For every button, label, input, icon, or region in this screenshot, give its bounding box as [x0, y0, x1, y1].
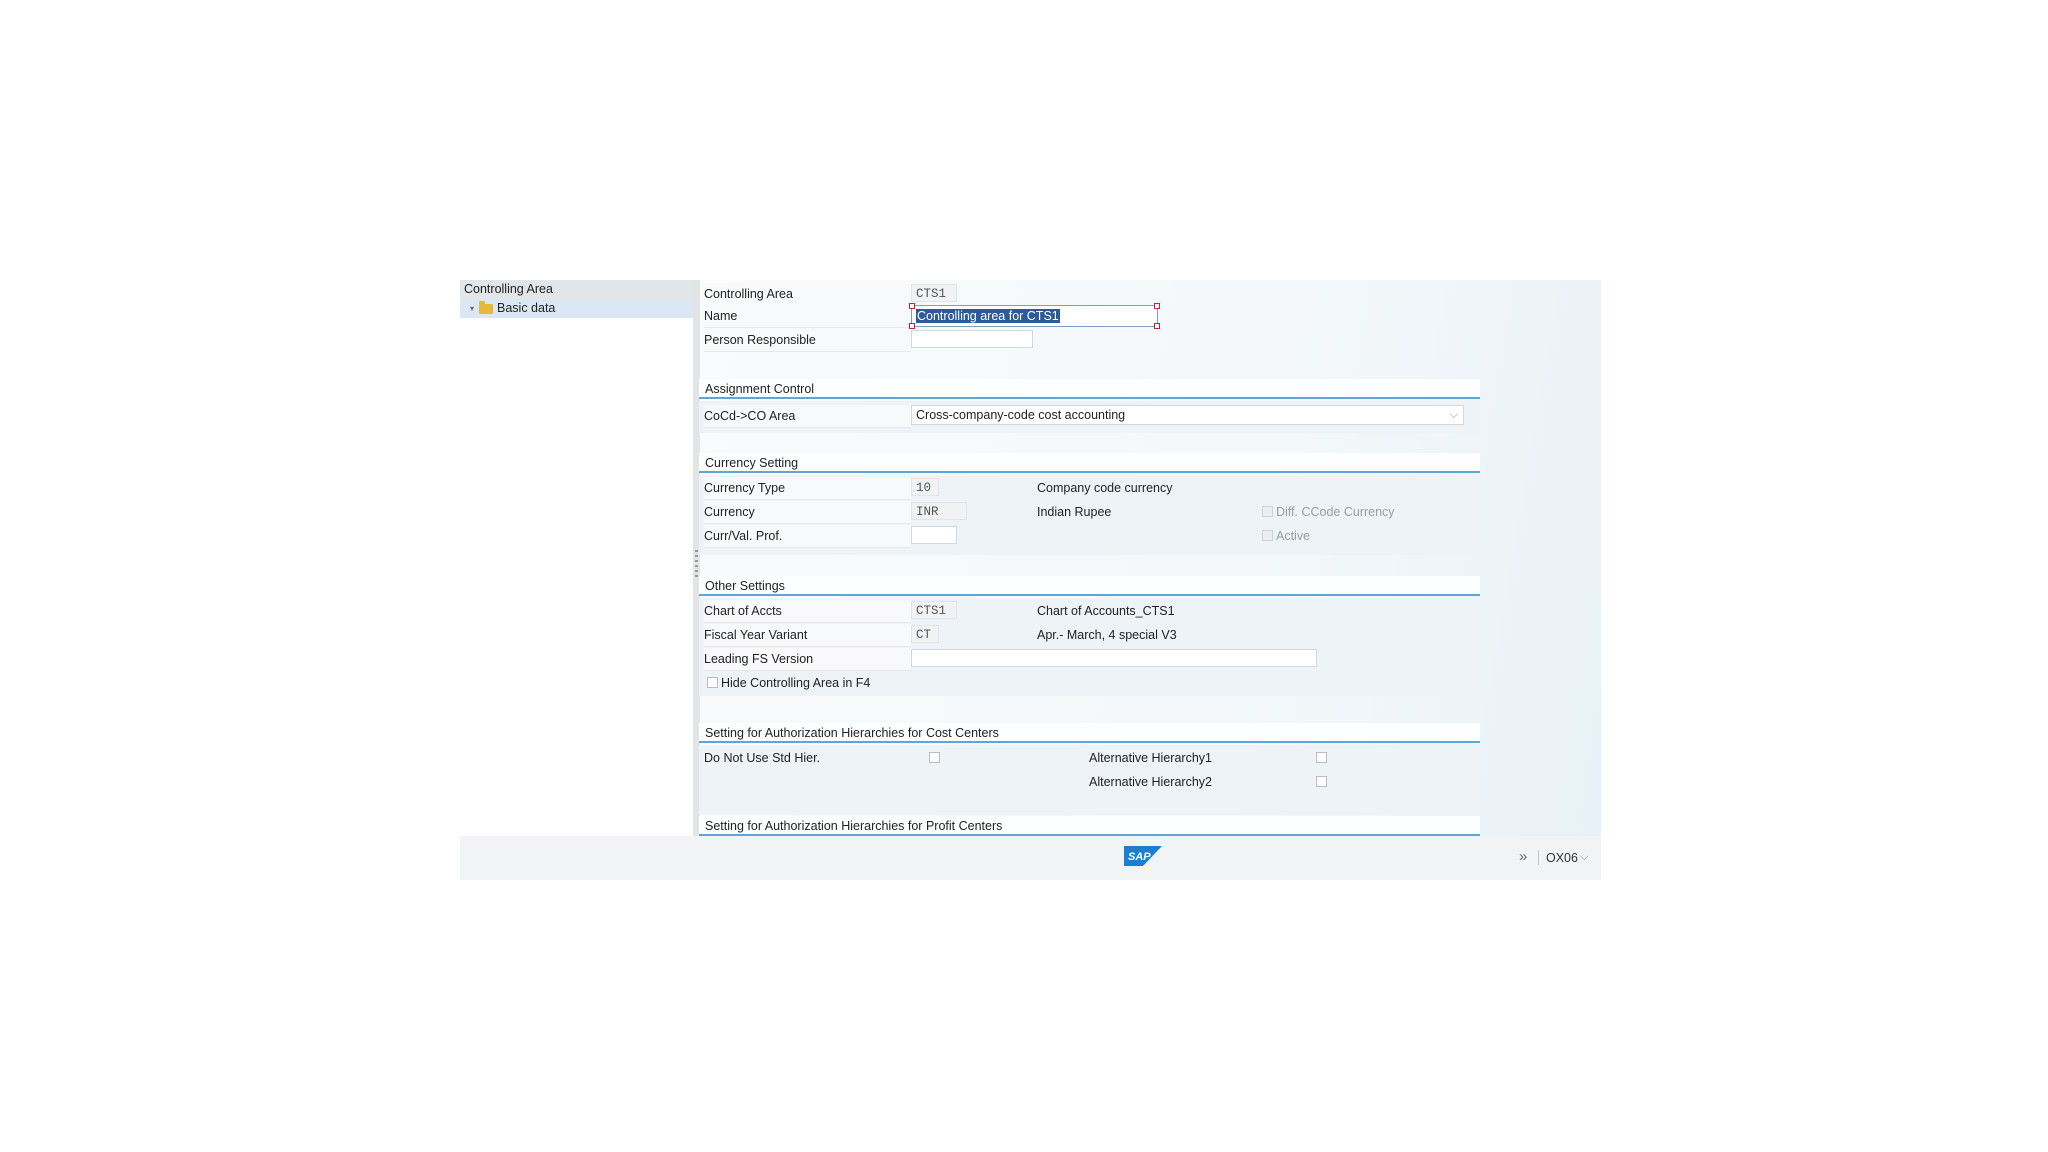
chart-of-accts-label: Chart of Accts: [704, 600, 911, 623]
section-other-settings: Other Settings: [699, 576, 1480, 596]
row-controlling-area: Controlling Area CTS1: [700, 283, 1480, 306]
alternative-hierarchy2-checkbox[interactable]: [1316, 776, 1327, 787]
curr-val-prof-label: Curr/Val. Prof.: [704, 525, 911, 548]
double-chevron-right-icon[interactable]: »: [1519, 847, 1527, 867]
currency-field: INR: [911, 502, 967, 520]
section-title: Assignment Control: [705, 382, 815, 396]
section-auth-profit-centers: Setting for Authorization Hierarchies fo…: [699, 816, 1480, 836]
hide-controlling-area-checkbox[interactable]: [707, 677, 718, 688]
row-cocd-co-area: CoCd->CO Area Cross-company-code cost ac…: [699, 405, 1479, 428]
folder-icon: [479, 301, 493, 314]
navigation-tree: Controlling Area ▾ Basic data: [460, 280, 693, 836]
section-title: Setting for Authorization Hierarchies fo…: [705, 819, 1003, 833]
section-title: Currency Setting: [705, 456, 799, 470]
row-do-not-use-std-hier: Do Not Use Std Hier. Alternative Hierarc…: [699, 747, 1479, 769]
row-chart-of-accts: Chart of Accts CTS1 Chart of Accounts_CT…: [699, 600, 1479, 623]
alternative-hierarchy2-label: Alternative Hierarchy2: [1089, 775, 1212, 789]
auth-cost-centers-body: Do Not Use Std Hier. Alternative Hierarc…: [699, 745, 1480, 815]
controlling-area-field: CTS1: [911, 284, 957, 302]
tree-node-basic-data[interactable]: ▾ Basic data: [460, 299, 693, 318]
name-input[interactable]: Controlling area for CTS1: [909, 303, 1160, 329]
status-bar: SAP » OX06 ⌵: [460, 836, 1601, 880]
focus-corner: [1154, 303, 1160, 309]
row-person-responsible: Person Responsible: [700, 329, 1480, 352]
currency-setting-body: Currency Type 10 Company code currency C…: [699, 475, 1480, 555]
name-input-selected-text: Controlling area for CTS1: [916, 309, 1060, 323]
transaction-code[interactable]: OX06: [1546, 848, 1578, 868]
section-title: Other Settings: [705, 579, 785, 593]
chevron-down-icon[interactable]: ⌵: [1580, 847, 1588, 867]
cocd-co-area-value: Cross-company-code cost accounting: [916, 408, 1126, 422]
controlling-area-label: Controlling Area: [704, 283, 911, 306]
diff-ccode-currency-label: Diff. CCode Currency: [1276, 505, 1395, 519]
assignment-control-body: CoCd->CO Area Cross-company-code cost ac…: [699, 401, 1480, 433]
alternative-hierarchy1-label: Alternative Hierarchy1: [1089, 751, 1212, 765]
currency-type-description: Company code currency: [1037, 481, 1173, 495]
person-responsible-label: Person Responsible: [704, 329, 911, 352]
row-currency: Currency INR Indian Rupee Diff. CCode Cu…: [699, 501, 1479, 524]
chevron-down-icon[interactable]: ⌵: [1450, 406, 1458, 424]
other-settings-body: Chart of Accts CTS1 Chart of Accounts_CT…: [699, 598, 1480, 696]
expand-caret-icon[interactable]: ▾: [470, 299, 474, 318]
section-auth-cost-centers: Setting for Authorization Hierarchies fo…: [699, 723, 1480, 743]
alternative-hierarchy1-checkbox[interactable]: [1316, 752, 1327, 763]
name-label: Name: [704, 305, 911, 328]
row-leading-fs-version: Leading FS Version: [699, 648, 1479, 671]
do-not-use-std-hier-checkbox[interactable]: [929, 752, 940, 763]
controlling-area-form: Controlling Area CTS1 Name Controlling a…: [699, 280, 1601, 836]
person-responsible-input[interactable]: [911, 330, 1033, 348]
focus-corner: [909, 303, 915, 309]
sap-window: Controlling Area ▾ Basic data Controllin…: [460, 280, 1601, 880]
section-title: Setting for Authorization Hierarchies fo…: [705, 726, 999, 740]
tree-node-label: Basic data: [497, 301, 556, 315]
diff-ccode-currency-checkbox: [1262, 506, 1273, 517]
status-bar-divider: [1538, 850, 1539, 865]
fiscal-year-variant-label: Fiscal Year Variant: [704, 624, 911, 647]
curr-val-prof-input[interactable]: [911, 526, 957, 544]
currency-type-label: Currency Type: [704, 477, 911, 500]
chart-of-accts-description: Chart of Accounts_CTS1: [1037, 604, 1175, 618]
currency-description: Indian Rupee: [1037, 505, 1112, 519]
leading-fs-version-label: Leading FS Version: [704, 648, 911, 671]
row-hide-controlling-area: Hide Controlling Area in F4: [699, 672, 1479, 694]
currency-type-field: 10: [911, 478, 939, 496]
tree-root-label: Controlling Area: [464, 282, 553, 296]
section-currency-setting: Currency Setting: [699, 453, 1480, 473]
splitter-grip-icon[interactable]: [695, 550, 698, 578]
row-curr-val-prof: Curr/Val. Prof. Active: [699, 525, 1479, 548]
cocd-co-area-select[interactable]: Cross-company-code cost accounting ⌵: [911, 405, 1464, 425]
tree-root-controlling-area[interactable]: Controlling Area: [460, 280, 693, 299]
row-currency-type: Currency Type 10 Company code currency: [699, 477, 1479, 500]
do-not-use-std-hier-label: Do Not Use Std Hier.: [704, 751, 821, 765]
row-alternative-hierarchy2: Alternative Hierarchy2: [699, 771, 1479, 793]
fiscal-year-variant-description: Apr.- March, 4 special V3: [1037, 628, 1177, 642]
section-assignment-control: Assignment Control: [699, 379, 1480, 399]
chart-of-accts-field: CTS1: [911, 601, 957, 619]
fiscal-year-variant-field: CT: [911, 625, 939, 643]
sap-logo-text: SAP: [1128, 851, 1151, 863]
row-fiscal-year-variant: Fiscal Year Variant CT Apr.- March, 4 sp…: [699, 624, 1479, 647]
sap-logo-icon: SAP: [1124, 846, 1162, 866]
leading-fs-version-input[interactable]: [911, 649, 1317, 667]
active-checkbox: [1262, 530, 1273, 541]
currency-label: Currency: [704, 501, 911, 524]
cocd-co-area-label: CoCd->CO Area: [704, 405, 911, 428]
active-label: Active: [1276, 529, 1311, 543]
hide-controlling-area-label: Hide Controlling Area in F4: [721, 676, 871, 690]
